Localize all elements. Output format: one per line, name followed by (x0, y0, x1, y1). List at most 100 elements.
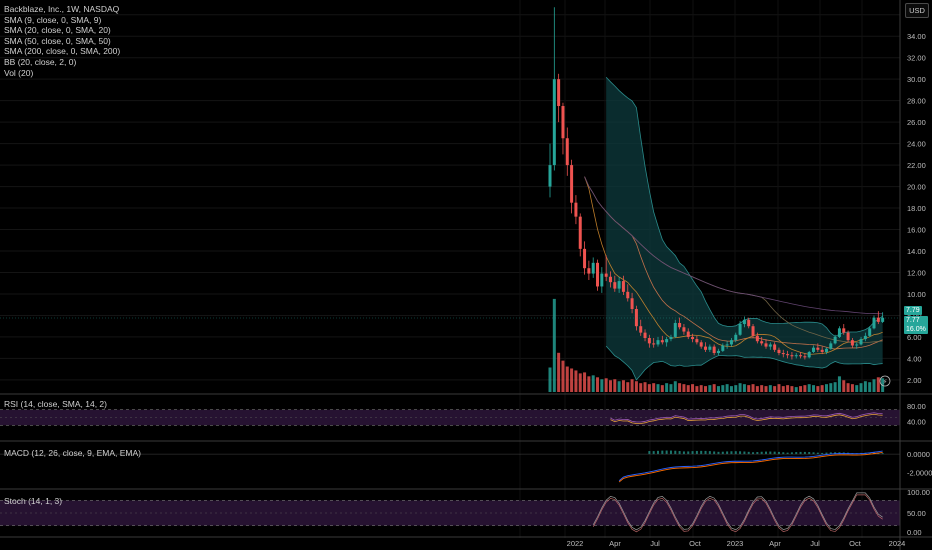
price-badge-upper: 7.79 (904, 306, 922, 315)
macd-tick-label: 0.0000 (907, 450, 930, 459)
currency-button[interactable]: USD (905, 3, 929, 18)
candle-body (634, 309, 638, 327)
price-tick-label: 18.00 (907, 204, 926, 213)
macd-histogram-bar (734, 451, 737, 455)
candle-body (652, 343, 656, 345)
macd-histogram-bar (777, 451, 780, 455)
candle-body (751, 326, 755, 336)
macd-histogram-bar (743, 451, 746, 455)
macd-label[interactable]: MACD (12, 26, close, 9, EMA, EMA) (4, 448, 141, 458)
volume-bar (643, 382, 647, 392)
volume-bar (768, 385, 772, 392)
candle-body (621, 281, 625, 292)
volume-bar (812, 385, 816, 392)
macd-histogram-bar (752, 452, 755, 455)
candle-body (596, 262, 600, 287)
candle-body (734, 334, 738, 341)
time-axis[interactable]: 2022 Apr Jul Oct 2023 Apr Jul Oct 2024 (567, 539, 906, 548)
stoch-label[interactable]: Stoch (14, 1, 3) (4, 496, 62, 506)
legend-sma-200[interactable]: SMA (200, close, 0, SMA, 200) (4, 46, 120, 57)
volume-bar (760, 385, 764, 392)
candle-body (565, 138, 569, 166)
volume-bar (621, 380, 625, 392)
volume-bar (855, 385, 859, 392)
price-tick-label: 2.00 (907, 376, 922, 385)
candle-body (591, 262, 595, 274)
price-tick-label: 22.00 (907, 161, 926, 170)
macd-histogram-bar (773, 451, 776, 455)
time-tick-label: Oct (849, 539, 862, 548)
macd-histogram-bar (739, 451, 742, 455)
volume-bar (777, 384, 781, 392)
macd-histogram-bar (760, 451, 763, 455)
candle-body (799, 355, 803, 357)
candle-body (557, 79, 561, 107)
volume-bar (859, 383, 863, 392)
rsi-tick-label: 40.00 (907, 417, 926, 426)
candle-body (855, 344, 859, 346)
volume-bar (604, 378, 608, 392)
volume-bar (829, 383, 833, 392)
volume-bar (833, 382, 837, 392)
volume-bar (876, 377, 880, 392)
volume-bar (660, 385, 664, 392)
volume-bar (716, 386, 720, 392)
volume-bar (634, 381, 638, 392)
candle-body (608, 276, 612, 283)
chart-title[interactable]: Backblaze, Inc., 1W, NASDAQ (4, 4, 120, 15)
time-tick-label: 2024 (889, 539, 906, 548)
candle-body (721, 345, 725, 351)
price-tick-label: 26.00 (907, 118, 926, 127)
candle-body (755, 335, 759, 342)
macd-histogram-bar (700, 450, 703, 455)
time-tick-label: Jul (650, 539, 660, 548)
candle-body (807, 351, 811, 358)
legend-sma-9[interactable]: SMA (9, close, 0, SMA, 9) (4, 15, 120, 26)
volume-bar (868, 382, 872, 392)
candle-body (665, 339, 669, 343)
time-tick-label: 2023 (727, 539, 744, 548)
legend-volume[interactable]: Vol (20) (4, 68, 120, 79)
volume-bar (600, 379, 604, 392)
rsi-tick-label: 80.00 (907, 402, 926, 411)
macd-histogram-bar (765, 451, 767, 455)
candle-body (626, 291, 630, 299)
macd-histogram-bar (717, 451, 720, 455)
volume-bar (639, 383, 643, 392)
candle-body (695, 339, 699, 343)
volume-bar (686, 385, 690, 392)
price-tick-label: 30.00 (907, 75, 926, 84)
volume-bar (691, 384, 695, 392)
volume-bar (747, 385, 751, 392)
macd-signal-line (618, 452, 883, 483)
macd-histogram-bar (665, 450, 668, 455)
candle-body (647, 338, 651, 344)
candle-body (712, 346, 716, 354)
volume-bar (842, 380, 846, 392)
macd-histogram-bar (730, 451, 733, 455)
candle-body (777, 349, 781, 354)
candle-body (868, 328, 872, 336)
volume-bar (608, 380, 612, 392)
rsi-label[interactable]: RSI (14, close, SMA, 14, 2) (4, 399, 107, 409)
volume-bar (652, 383, 656, 392)
macd-histogram-bar (790, 452, 793, 455)
volume-bar (725, 384, 729, 392)
stoch-tick-label: 100.00 (907, 488, 930, 497)
macd-histogram-bar (756, 452, 759, 455)
volume-bar (751, 384, 755, 392)
candle-body (794, 355, 798, 357)
volume-bar (570, 368, 574, 392)
volume-bar (708, 385, 712, 392)
candle-body (574, 202, 578, 217)
macd-histogram-bar (704, 450, 707, 455)
legend-bb[interactable]: BB (20, close, 2, 0) (4, 57, 120, 68)
volume-bar (565, 366, 569, 392)
volume-bar (578, 373, 582, 392)
chart-canvas[interactable]: 36.0034.0032.0030.0028.0026.0024.0022.00… (0, 0, 932, 550)
candle-body (725, 344, 729, 346)
macd-histogram-bar (782, 452, 785, 455)
macd-histogram-bar (747, 451, 750, 455)
legend-sma-20[interactable]: SMA (20, close, 0, SMA, 20) (4, 25, 120, 36)
legend-sma-50[interactable]: SMA (50, close, 0, SMA, 50) (4, 36, 120, 47)
